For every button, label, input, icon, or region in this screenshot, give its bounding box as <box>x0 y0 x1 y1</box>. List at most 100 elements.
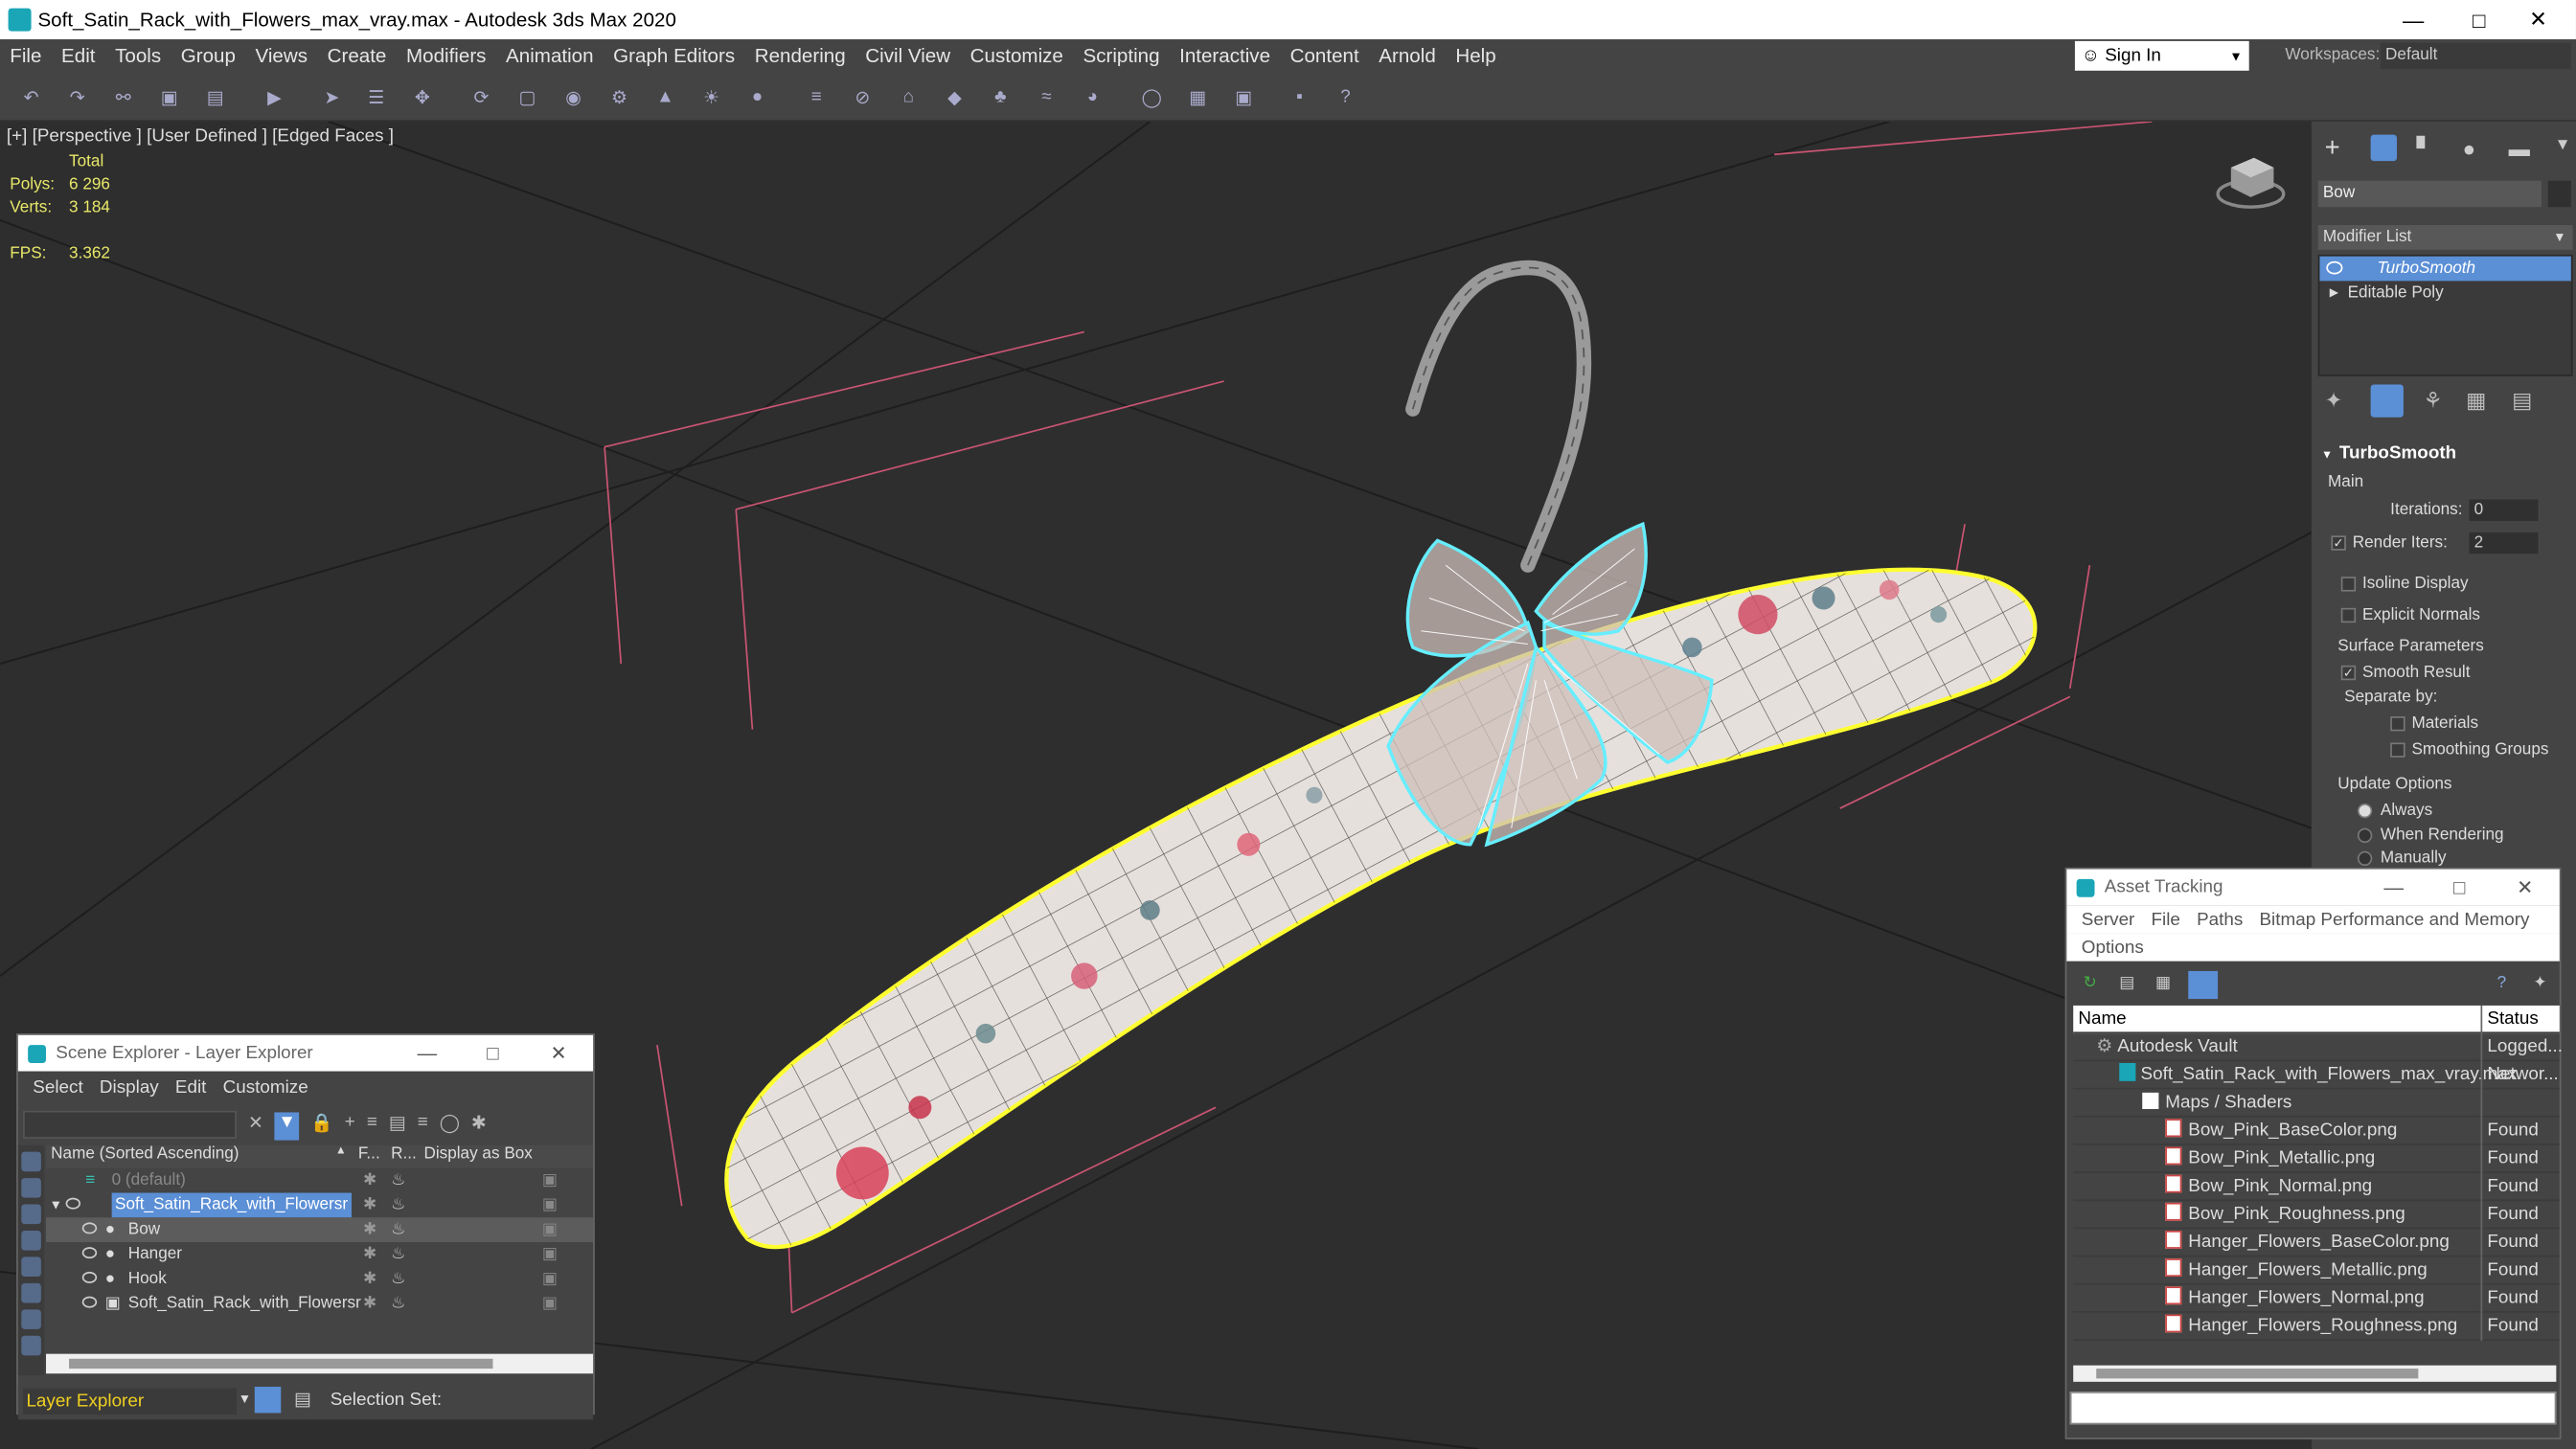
freeze-icon[interactable]: ✱ <box>363 1217 376 1242</box>
render-iters-checkbox[interactable]: ✓ Render Iters: <box>2331 534 2448 552</box>
schematic-view-icon[interactable]: ◕ <box>1081 85 1104 108</box>
add-to-layer-icon[interactable]: ▤ <box>389 1112 406 1140</box>
menu-customize[interactable]: Customize <box>215 1077 316 1098</box>
when-rendering-radio[interactable]: When Rendering <box>2357 826 2504 845</box>
select-scale-icon[interactable]: ▢ <box>515 85 538 108</box>
box-icon[interactable]: ▣ <box>542 1242 558 1267</box>
display-groups-icon[interactable] <box>21 1309 41 1329</box>
eye-icon[interactable] <box>81 1296 98 1308</box>
motion-tab-icon[interactable]: ● <box>2463 136 2475 161</box>
layer-explorer-icon[interactable] <box>254 1386 282 1414</box>
placement-icon[interactable]: ◉ <box>561 85 584 108</box>
scene-search-input[interactable] <box>23 1110 237 1139</box>
asset-tracking-titlebar[interactable]: Asset Tracking — □ ✕ <box>2066 869 2560 906</box>
horizontal-scrollbar[interactable] <box>2073 1365 2557 1382</box>
display-lights-icon[interactable] <box>21 1204 41 1225</box>
render-production-icon[interactable]: ▪ <box>1288 85 1311 108</box>
menu-animation[interactable]: Animation <box>496 44 604 67</box>
material-editor-icon[interactable]: ◯ <box>1140 85 1163 108</box>
pin-icon[interactable]: ✦ <box>2533 974 2546 992</box>
minimize-button[interactable]: — <box>402 1035 451 1072</box>
tree-row[interactable]: ● Bow ✱ ♨ ▣ <box>46 1217 594 1242</box>
menu-file[interactable]: File <box>2143 910 2189 930</box>
filter-icon[interactable]: ▼ <box>274 1112 300 1141</box>
tree-row[interactable]: ▼ Soft_Satin_Rack_with_Flowersr ✱ ♨ ▣ <box>46 1192 593 1218</box>
lock-icon[interactable]: 🔒 <box>310 1112 332 1140</box>
expand-arrow-icon[interactable]: ▼ <box>49 1193 62 1218</box>
layers-icon[interactable]: ≡ <box>367 1112 377 1140</box>
chevron-down-icon[interactable]: ▼ <box>239 1392 252 1406</box>
menu-options[interactable]: Options <box>2073 938 2152 958</box>
asset-row[interactable]: Maps / Shaders <box>2073 1089 2560 1118</box>
sign-in-dropdown[interactable]: ☺ Sign In ▼ <box>2074 40 2249 71</box>
box-icon[interactable]: ▣ <box>542 1267 558 1292</box>
smoothing-groups-checkbox[interactable]: Smoothing Groups <box>2390 741 2548 759</box>
create-layer-icon[interactable]: + <box>345 1112 355 1140</box>
tree-row[interactable]: ≡ 0 (default) ✱ ♨ ▣ <box>46 1168 593 1193</box>
layer-stack-icon[interactable]: ≡ <box>418 1112 428 1140</box>
asset-status-field[interactable] <box>2069 1392 2557 1425</box>
menu-help[interactable]: Help <box>1446 44 1506 67</box>
menu-tools[interactable]: Tools <box>105 44 171 67</box>
teapot-icon[interactable]: ♨ <box>391 1291 405 1316</box>
menu-display[interactable]: Display <box>91 1077 167 1098</box>
tree-row[interactable]: ● Hanger ✱ ♨ ▣ <box>46 1242 593 1267</box>
bow-mesh[interactable] <box>1386 521 1714 848</box>
explorer-type-dropdown[interactable]: Layer Explorer <box>23 1388 237 1415</box>
clear-search-icon[interactable]: ✕ <box>248 1112 263 1140</box>
reference-coordinate-icon[interactable]: ⚙ <box>608 85 631 108</box>
make-unique-icon[interactable]: ⚘ <box>2423 388 2442 414</box>
explicit-normals-checkbox[interactable]: Explicit Normals <box>2340 606 2480 624</box>
show-end-result-icon[interactable] <box>2370 384 2404 418</box>
menu-file[interactable]: File <box>0 44 52 67</box>
object-color-swatch[interactable] <box>2547 180 2571 208</box>
selection-set-icon[interactable]: ▤ <box>294 1389 311 1410</box>
close-button[interactable]: ✕ <box>2500 870 2549 906</box>
menu-customize[interactable]: Customize <box>960 44 1073 67</box>
object-name-field[interactable]: Bow <box>2317 180 2542 208</box>
pivot-center-icon[interactable]: ▲ <box>654 85 677 108</box>
bind-space-warp-icon[interactable]: ▤ <box>204 85 227 108</box>
stack-item-turbosmooth[interactable]: TurboSmooth <box>2319 256 2571 282</box>
display-space-warps-icon[interactable] <box>21 1282 41 1303</box>
column-status[interactable]: Status <box>2480 1005 2539 1034</box>
display-helpers-icon[interactable] <box>21 1257 41 1278</box>
column-renderable[interactable]: R... <box>391 1145 417 1164</box>
box-icon[interactable]: ▣ <box>542 1217 558 1242</box>
column-name[interactable]: Name (Sorted Ascending) <box>51 1145 239 1164</box>
eye-icon[interactable] <box>81 1271 98 1283</box>
menu-scripting[interactable]: Scripting <box>1073 44 1170 67</box>
asset-row[interactable]: Soft_Satin_Rack_with_Flowers_max_vray.ma… <box>2073 1061 2560 1090</box>
configure-modifier-sets-icon[interactable]: ▤ <box>2512 388 2532 414</box>
curve-editor-icon[interactable]: ≈ <box>1035 85 1058 108</box>
menu-views[interactable]: Views <box>245 44 317 67</box>
create-tab-icon[interactable]: + <box>2325 135 2340 165</box>
close-button[interactable]: ✕ <box>2500 0 2576 39</box>
manually-radio[interactable]: Manually <box>2357 849 2447 868</box>
link-icon[interactable]: ⚯ <box>112 85 135 108</box>
utilities-tab-icon[interactable]: ▼ <box>2555 136 2571 154</box>
render-setup-icon[interactable]: ▦ <box>1186 85 1209 108</box>
mirror-icon[interactable]: ≡ <box>805 85 828 108</box>
freeze-icon[interactable]: ✱ <box>363 1242 376 1267</box>
select-object-icon[interactable]: ➤ <box>320 85 343 108</box>
turbosmooth-rollout-header[interactable]: ▼ TurboSmooth <box>2321 443 2567 464</box>
help-icon[interactable]: ? <box>1334 85 1356 108</box>
toggle-layer-explorer-icon[interactable]: ◆ <box>943 85 966 108</box>
maximize-button[interactable]: □ <box>2434 870 2483 906</box>
hierarchy-tab-icon[interactable]: ▘ <box>2417 136 2433 162</box>
asset-row[interactable]: Hanger_Flowers_Metallic.png Found <box>2073 1257 2560 1285</box>
menu-modifiers[interactable]: Modifiers <box>397 44 496 67</box>
smooth-result-checkbox[interactable]: ✓ Smooth Result <box>2340 664 2471 682</box>
scrollbar-thumb[interactable] <box>2096 1369 2419 1379</box>
iterations-spinner[interactable]: 0 <box>2469 499 2539 521</box>
teapot-icon[interactable]: ♨ <box>391 1242 405 1267</box>
menu-create[interactable]: Create <box>317 44 396 67</box>
tree-row[interactable]: ▣ Soft_Satin_Rack_with_Flowersr ✱ ♨ ▣ <box>46 1291 593 1316</box>
teapot-icon[interactable]: ♨ <box>391 1168 405 1193</box>
minimize-button[interactable]: — <box>2376 0 2451 39</box>
teapot-icon[interactable]: ♨ <box>391 1217 405 1242</box>
list-view-icon[interactable]: ▤ <box>2119 974 2134 992</box>
display-cameras-icon[interactable] <box>21 1230 41 1251</box>
teapot-icon[interactable]: ♨ <box>391 1193 405 1218</box>
